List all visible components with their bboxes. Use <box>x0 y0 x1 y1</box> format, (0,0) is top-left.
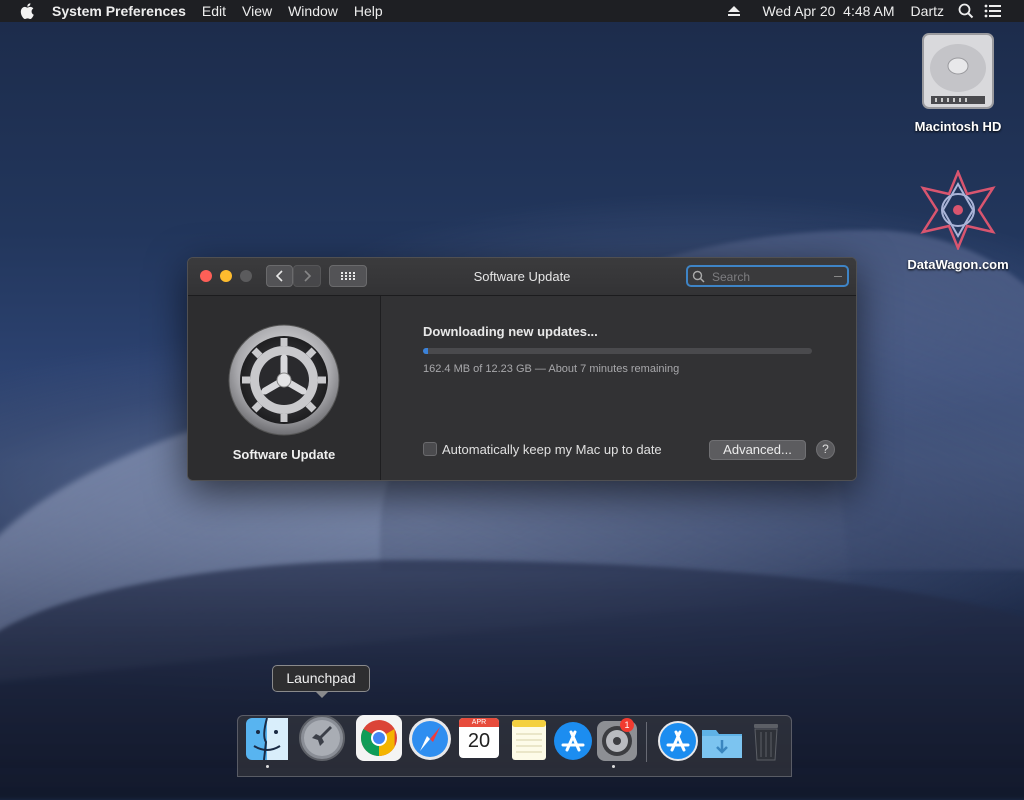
trash-icon[interactable] <box>743 718 789 764</box>
download-progress-bar <box>423 348 812 354</box>
chrome-icon[interactable] <box>355 714 403 762</box>
eject-icon[interactable] <box>727 5 741 17</box>
pane-label: Software Update <box>232 447 336 462</box>
menu-user[interactable]: Dartz <box>903 0 952 22</box>
finder-icon[interactable] <box>244 716 290 762</box>
auto-update-checkbox[interactable] <box>423 442 437 456</box>
calendar-day: 20 <box>467 730 491 752</box>
app-store-downloads-icon[interactable] <box>655 718 701 764</box>
desktop-icon-datawagon[interactable]: DataWagon.com <box>903 168 1013 272</box>
download-status: Downloading new updates... <box>423 324 598 339</box>
menu-edit[interactable]: Edit <box>194 0 234 22</box>
menu-app-name[interactable]: System Preferences <box>44 0 194 22</box>
download-progress-fill <box>423 348 429 354</box>
apple-menu-icon[interactable] <box>20 3 34 19</box>
desktop-icon-macintosh-hd[interactable]: Macintosh HD <box>903 32 1013 134</box>
title-bar[interactable]: Software Update <box>188 258 856 296</box>
search-clear-icon[interactable] <box>834 276 842 277</box>
update-pane: Downloading new updates... 162.4 MB of 1… <box>381 296 856 480</box>
desktop-icon-label: DataWagon.com <box>907 257 1009 272</box>
app-store-icon[interactable] <box>550 718 596 764</box>
desktop-icon-label: Macintosh HD <box>914 119 1002 134</box>
safari-icon[interactable] <box>407 716 453 762</box>
dock-separator <box>646 722 647 762</box>
menu-bar: System Preferences Edit View Window Help… <box>0 0 1024 22</box>
notification-center-icon[interactable] <box>984 4 1002 18</box>
menu-window[interactable]: Window <box>280 0 346 22</box>
notification-badge: 1 <box>620 718 634 732</box>
downloads-folder-icon[interactable] <box>699 720 745 766</box>
download-detail: 162.4 MB of 12.23 GB — About 7 minutes r… <box>423 363 680 375</box>
advanced-button[interactable]: Advanced... <box>709 440 806 460</box>
menu-datetime[interactable]: Wed Apr 20 4:48 AM <box>755 0 903 22</box>
menu-view[interactable]: View <box>234 0 280 22</box>
notes-icon[interactable] <box>506 718 552 764</box>
calendar-month: APR <box>459 718 499 727</box>
help-button[interactable]: ? <box>816 440 835 459</box>
sidebar-pane: Software Update <box>188 296 381 480</box>
search-field[interactable] <box>686 265 849 287</box>
hard-drive-icon <box>922 33 994 109</box>
dock-tooltip: Launchpad <box>272 665 370 698</box>
launchpad-icon[interactable] <box>298 714 346 762</box>
gear-icon <box>228 324 340 436</box>
auto-update-label[interactable]: Automatically keep my Mac up to date <box>442 442 662 457</box>
software-update-window: Software Update Search Software Update D… <box>187 257 857 481</box>
spotlight-icon[interactable] <box>958 3 974 19</box>
search-input[interactable] <box>710 268 834 286</box>
calendar-icon[interactable]: APR 20 <box>459 718 499 758</box>
search-icon <box>692 270 705 283</box>
menu-help[interactable]: Help <box>346 0 391 22</box>
datawagon-logo-icon <box>920 168 996 252</box>
